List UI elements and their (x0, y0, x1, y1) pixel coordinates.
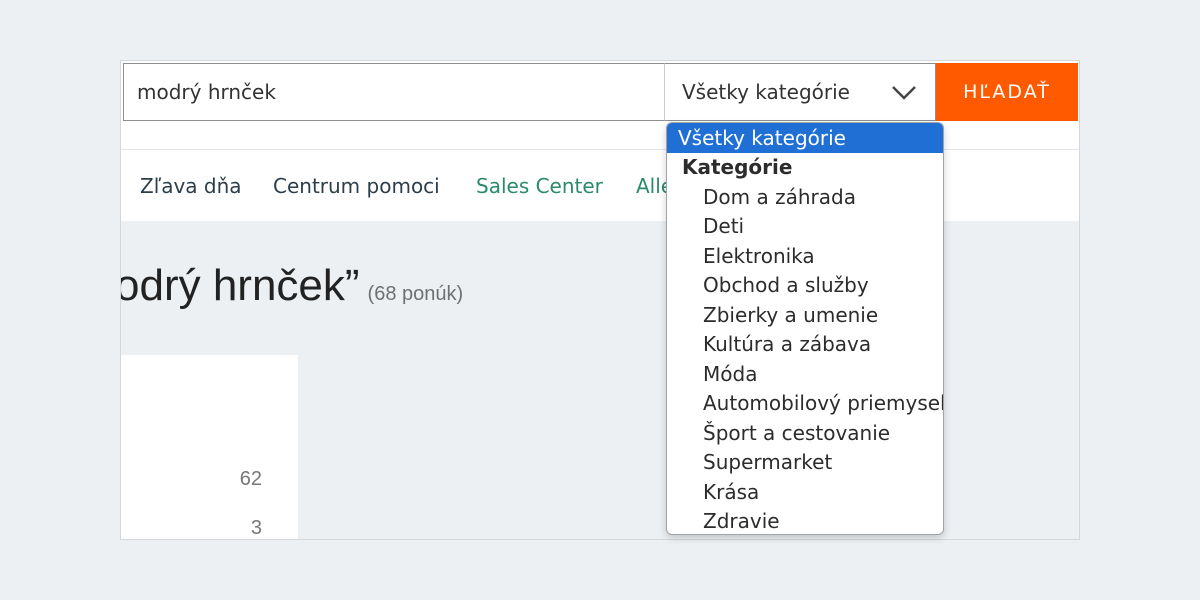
search-input[interactable]: modrý hrnček (123, 63, 665, 121)
nav-item-help-center[interactable]: Centrum pomoci (273, 174, 440, 198)
dropdown-option-selected[interactable]: Všetky kategórie (667, 123, 943, 153)
dropdown-option[interactable]: Deti (667, 212, 943, 242)
filter-panel: 62 3 (121, 355, 298, 539)
category-select-value: Všetky kategórie (682, 80, 850, 104)
dropdown-option[interactable]: Obchod a služby (667, 271, 943, 301)
dropdown-option[interactable]: Šport a cestovanie (667, 419, 943, 449)
search-button-label: HĽADAŤ (963, 81, 1051, 103)
results-heading: odrý hrnček” (68 ponúk) (120, 261, 464, 311)
dropdown-option[interactable]: Supermarket (667, 448, 943, 478)
dropdown-option[interactable]: Elektronika (667, 242, 943, 272)
nav-item-sales-center[interactable]: Sales Center (476, 174, 603, 198)
filter-count: 3 (250, 517, 262, 539)
category-dropdown-list[interactable]: Všetky kategórie Kategórie Dom a záhrada… (666, 122, 944, 535)
dropdown-option[interactable]: Móda (667, 360, 943, 390)
page-title: odrý hrnček” (120, 261, 360, 310)
chevron-down-icon (892, 86, 916, 100)
filter-count: 62 (239, 468, 262, 490)
dropdown-option[interactable]: Dom a záhrada (667, 183, 943, 213)
dropdown-option[interactable]: Zdravie (667, 507, 943, 534)
dropdown-option[interactable]: Kultúra a zábava (667, 330, 943, 360)
dropdown-option[interactable]: Krása (667, 478, 943, 508)
dropdown-option[interactable]: Automobilový priemysel (667, 389, 943, 419)
dropdown-option[interactable]: Zbierky a umenie (667, 301, 943, 331)
results-count: (68 ponúk) (367, 283, 464, 305)
search-button[interactable]: HĽADAŤ (936, 63, 1078, 121)
dropdown-group-label: Kategórie (682, 155, 793, 179)
category-select[interactable]: Všetky kategórie (664, 63, 936, 121)
search-query-text: modrý hrnček (137, 80, 276, 104)
nav-item-deal-of-day[interactable]: Zľava dňa (140, 174, 242, 198)
